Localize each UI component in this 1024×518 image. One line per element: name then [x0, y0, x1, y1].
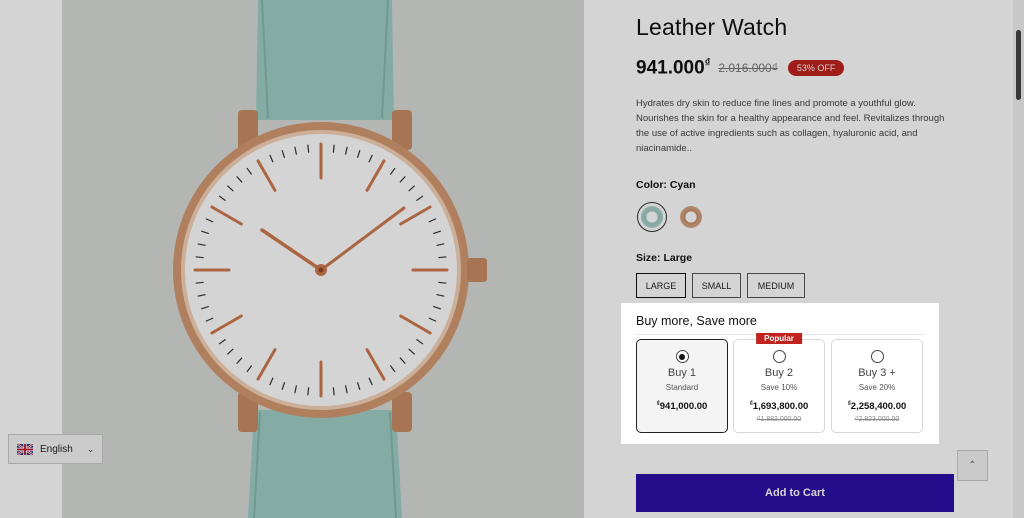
language-selector[interactable]: English ⌄	[8, 434, 103, 464]
original-price: 2.016.000₫	[718, 61, 778, 76]
discount-badge: 53% OFF	[787, 60, 845, 77]
bundle-option-price: ₫2,258,400.00	[847, 401, 907, 413]
dial-tick	[332, 387, 335, 396]
dim-overlay-right	[939, 303, 1024, 444]
bundle-option-sub: Save 20%	[858, 383, 896, 392]
dial-tick	[438, 281, 447, 284]
bundle-option-price: ₫941,000.00	[656, 401, 708, 413]
back-to-top-button[interactable]: ⌃	[957, 450, 988, 481]
bundle-option-old-price: ₫2,823,000.00	[854, 416, 900, 423]
cyan-watch-thumb-icon	[641, 206, 663, 228]
bundle-title: Buy more, Save more	[636, 314, 757, 328]
dial-tick	[307, 144, 310, 153]
size-option-medium[interactable]: MEDIUM	[747, 273, 805, 298]
scrollbar-thumb[interactable]	[1016, 30, 1021, 100]
bundle-option-sub: Save 10%	[760, 383, 798, 392]
watch-image	[62, 0, 584, 518]
dial-tick	[195, 256, 204, 259]
bundle-option-buy-1[interactable]: Buy 1 Standard ₫941,000.00	[636, 339, 728, 433]
radio-icon[interactable]	[870, 350, 884, 363]
size-label: Size: Large	[636, 252, 693, 264]
bundle-option-name: Buy 2	[764, 367, 794, 379]
product-price: 941.000₫	[636, 57, 711, 79]
add-to-cart-button[interactable]: Add to Cart	[636, 474, 954, 512]
bundle-option-name: Buy 1	[667, 367, 697, 379]
scrollbar[interactable]	[1013, 0, 1024, 518]
color-label: Color: Cyan	[636, 179, 696, 191]
size-option-small[interactable]: SMALL	[692, 273, 741, 298]
radio-selected-icon[interactable]	[675, 350, 689, 363]
color-swatch-brown[interactable]	[676, 202, 706, 232]
bundle-option-buy-2[interactable]: Popular Buy 2 Save 10% ₫1,693,800.00 ₫1,…	[733, 333, 825, 433]
size-option-large[interactable]: LARGE	[636, 273, 686, 298]
bundle-option-old-price: ₫1,882,000.00	[756, 416, 802, 423]
color-swatch-cyan[interactable]	[637, 202, 667, 232]
brown-watch-thumb-icon	[680, 206, 702, 228]
bundle-option-buy-3[interactable]: Buy 3 + Save 20% ₫2,258,400.00 ₫2,823,00…	[831, 339, 923, 433]
uk-flag-icon	[17, 443, 33, 455]
product-image[interactable]	[62, 0, 584, 518]
bundle-option-sub: Standard	[665, 383, 699, 392]
bundle-option-name: Buy 3 +	[858, 367, 896, 379]
popular-badge: Popular	[756, 333, 802, 344]
product-title: Leather Watch	[636, 14, 788, 40]
dial-tick	[195, 281, 204, 284]
product-description: Hydrates dry skin to reduce fine lines a…	[636, 98, 945, 154]
dial-tick	[332, 144, 335, 153]
bundle-offer-panel: Buy more, Save more Buy 1 Standard ₫941,…	[621, 303, 939, 444]
radio-icon[interactable]	[772, 350, 786, 363]
price-row: 941.000₫ 2.016.000₫ 53% OFF	[636, 57, 845, 79]
dial-tick	[438, 256, 447, 259]
language-label: English	[40, 443, 73, 455]
chevron-down-icon: ⌄	[86, 443, 95, 454]
bundle-option-price: ₫1,693,800.00	[749, 401, 809, 413]
chevron-up-icon: ⌃	[968, 460, 977, 471]
dial-tick	[307, 387, 310, 396]
